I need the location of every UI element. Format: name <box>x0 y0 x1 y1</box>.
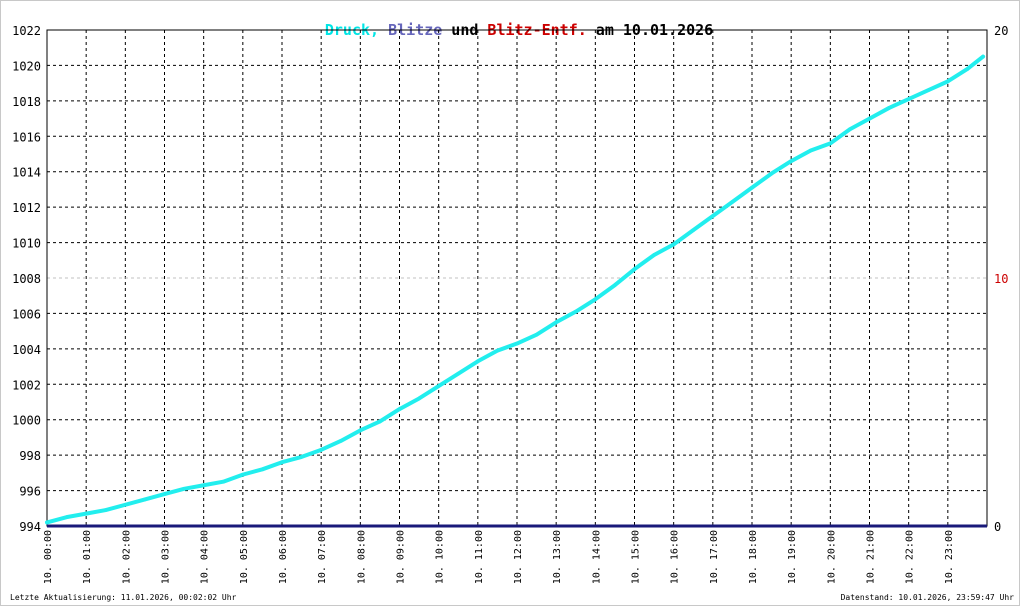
pressure-point <box>593 297 598 302</box>
pressure-point <box>358 428 363 433</box>
pressure-point <box>613 283 617 287</box>
pressure-point <box>123 502 128 507</box>
pressure-point <box>965 67 970 71</box>
x-tick-label: 10. 05:00 <box>239 530 250 584</box>
y-left-tick-label: 1000 <box>12 414 41 428</box>
pressure-point <box>534 332 539 337</box>
pressure-point <box>378 419 382 424</box>
pressure-point <box>84 511 88 516</box>
pressure-point <box>573 309 578 314</box>
x-tick-label: 10. 13:00 <box>552 530 563 584</box>
pressure-point <box>671 242 676 247</box>
series-druck <box>45 54 986 525</box>
x-tick-label: 10. 14:00 <box>591 530 602 584</box>
pressure-line <box>45 54 986 525</box>
pressure-point <box>730 200 735 204</box>
pressure-point <box>456 371 461 376</box>
pressure-point <box>750 185 754 190</box>
x-tick-label: 10. 03:00 <box>161 530 172 584</box>
pressure-point <box>632 267 637 271</box>
pressure-point <box>926 88 931 93</box>
pressure-point <box>867 116 872 121</box>
x-tick-label: 10. 00:00 <box>43 530 54 584</box>
pressure-point <box>221 479 226 484</box>
pressure-point <box>338 439 343 443</box>
pressure-point <box>691 228 696 232</box>
pressure-point <box>789 159 793 163</box>
pressure-point <box>495 348 500 353</box>
pressure-point <box>143 497 147 502</box>
pressure-point <box>103 508 108 512</box>
x-tick-label: 10. 11:00 <box>474 530 485 584</box>
pressure-point <box>241 472 245 477</box>
pressure-point <box>436 384 441 388</box>
pressure-point <box>64 515 69 519</box>
y-left-tick-label: 1002 <box>12 378 41 392</box>
y-left-tick-label: 1008 <box>12 272 41 286</box>
pressure-point <box>299 455 304 459</box>
pressure-point <box>887 106 891 110</box>
y-left-tick-label: 1006 <box>12 307 41 321</box>
y-right-tick-label: 0 <box>994 520 1001 534</box>
pressure-point <box>515 341 519 346</box>
pressure-point <box>397 407 402 411</box>
pressure-point <box>711 214 715 218</box>
x-tick-label: 10. 20:00 <box>826 530 837 584</box>
x-tick-label: 10. 06:00 <box>278 530 289 584</box>
y-left-tick-label: 998 <box>19 449 41 463</box>
pressure-point <box>476 359 480 364</box>
y-left-tick-label: 1010 <box>12 237 41 251</box>
x-tick-label: 10. 08:00 <box>356 530 367 584</box>
pressure-point <box>260 467 265 472</box>
pressure-point <box>201 483 206 488</box>
y-left-tick-label: 1020 <box>12 59 41 73</box>
x-tick-label: 10. 16:00 <box>670 530 681 584</box>
x-tick-label: 10. 02:00 <box>121 530 132 584</box>
footer-data-status: Datenstand: 10.01.2026, 23:59:47 Uhr <box>840 593 1014 602</box>
x-tick-label: 10. 15:00 <box>631 530 642 584</box>
pressure-point <box>319 448 323 452</box>
pressure-point <box>417 396 421 401</box>
pressure-point <box>808 148 813 153</box>
pressure-point <box>280 460 284 465</box>
pressure-point <box>946 79 950 84</box>
x-tick-label: 10. 10:00 <box>435 530 446 584</box>
y-right-tick-label: 10 <box>994 272 1008 286</box>
x-tick-label: 10. 01:00 <box>82 530 93 584</box>
pressure-point <box>848 127 852 131</box>
y-left-tick-label: 994 <box>19 520 41 534</box>
footer-last-update: Letzte Aktualisierung: 11.01.2026, 00:02… <box>10 593 237 602</box>
pressure-point <box>981 54 985 59</box>
y-right-tick-label: 20 <box>994 24 1008 38</box>
pressure-chart: 10. 00:00 10. 01:00 10. 02:00 10. 03:00 10. … <box>12 24 1008 584</box>
x-tick-label: 10. 23:00 <box>944 530 955 584</box>
y-left-tick-label: 1014 <box>12 166 41 180</box>
x-tick-label: 10. 22:00 <box>905 530 916 584</box>
x-tick-label: 10. 21:00 <box>866 530 877 584</box>
y-left-tick-label: 1004 <box>12 343 41 357</box>
x-tick-label: 10. 19:00 <box>787 530 798 584</box>
pressure-point <box>828 141 833 146</box>
x-tick-label: 10. 09:00 <box>396 530 407 584</box>
x-tick-label: 10. 04:00 <box>200 530 211 584</box>
pressure-point <box>769 171 774 176</box>
pressure-point <box>554 320 558 325</box>
x-tick-label: 10. 17:00 <box>709 530 720 584</box>
y-left-tick-label: 1016 <box>12 130 41 144</box>
pressure-point <box>652 253 656 257</box>
y-left-tick-label: 1012 <box>12 201 41 215</box>
y-left-tick-label: 1018 <box>12 95 41 109</box>
y-left-tick-label: 996 <box>19 485 41 499</box>
x-tick-label: 10. 18:00 <box>748 530 759 584</box>
x-tick-label: 10. 12:00 <box>513 530 524 584</box>
pressure-point <box>906 97 911 101</box>
pressure-point <box>182 487 186 491</box>
x-tick-label: 10. 07:00 <box>317 530 328 584</box>
y-left-tick-label: 1022 <box>12 24 41 38</box>
pressure-point <box>162 492 167 496</box>
pressure-point <box>45 520 49 525</box>
